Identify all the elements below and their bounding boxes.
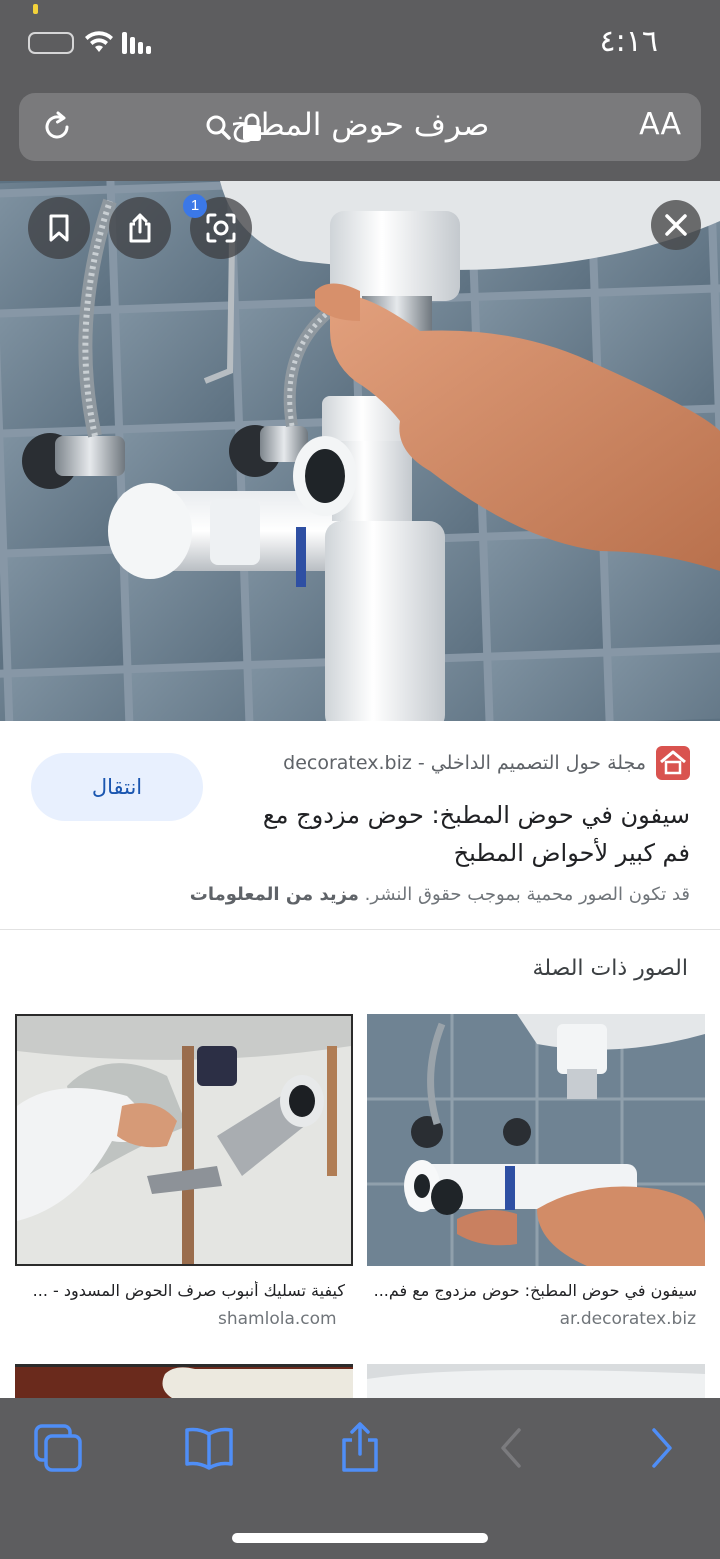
bookmark-icon bbox=[49, 214, 69, 242]
tabs-icon[interactable] bbox=[30, 1420, 86, 1476]
status-bar: ٤:١٦ bbox=[0, 0, 720, 88]
source-row[interactable]: مجلة حول التصميم الداخلي - decoratex.biz bbox=[283, 746, 690, 780]
address-query: صرف حوض المطبخ bbox=[230, 107, 490, 143]
search-icon bbox=[206, 115, 231, 140]
lens-icon bbox=[206, 213, 236, 243]
home-indicator[interactable] bbox=[232, 1533, 488, 1543]
status-time: ٤:١٦ bbox=[599, 24, 658, 59]
site-logo bbox=[656, 746, 690, 780]
visit-button[interactable]: انتقال bbox=[31, 753, 203, 821]
browser-page: ٤:١٦ صرف حوض المطبخ AA 1 مجلة حول التصمي… bbox=[0, 0, 720, 1559]
text-size-button[interactable]: AA bbox=[639, 107, 681, 142]
related-source-2: shamlola.com bbox=[218, 1309, 337, 1329]
more-info-link[interactable]: مزيد من المعلومات bbox=[190, 884, 359, 905]
result-title[interactable]: سيفون في حوض المطبخ: حوض مزدوج مع فم كبي… bbox=[250, 796, 690, 872]
battery-icon bbox=[28, 32, 74, 54]
result-info: مجلة حول التصميم الداخلي - decoratex.biz… bbox=[0, 722, 720, 930]
copyright-text: قد تكون الصور محمية بموجب حقوق النشر. bbox=[364, 884, 690, 905]
signal-icon bbox=[122, 32, 158, 54]
related-source-1: ar.decoratex.biz bbox=[559, 1309, 696, 1329]
lens-badge: 1 bbox=[183, 194, 207, 218]
top-chrome: ٤:١٦ صرف حوض المطبخ AA bbox=[0, 0, 720, 181]
share-toolbar-icon[interactable] bbox=[332, 1420, 388, 1476]
close-icon bbox=[665, 214, 687, 236]
lock-icon bbox=[243, 113, 261, 141]
battery-level bbox=[33, 4, 38, 14]
preview-image bbox=[0, 181, 720, 721]
bookmarks-book-icon[interactable] bbox=[181, 1420, 237, 1476]
related-caption-1[interactable]: سيفون في حوض المطبخ: حوض مزدوج مع فم... bbox=[367, 1281, 697, 1300]
share-image-button[interactable] bbox=[109, 197, 171, 259]
save-image-button[interactable] bbox=[28, 197, 90, 259]
related-thumb-1[interactable] bbox=[367, 1014, 705, 1266]
share-icon bbox=[129, 213, 151, 243]
address-bar[interactable]: صرف حوض المطبخ AA bbox=[19, 93, 701, 161]
related-heading: الصور ذات الصلة bbox=[532, 956, 688, 981]
related-thumb-2[interactable] bbox=[15, 1014, 353, 1266]
wifi-icon bbox=[85, 31, 113, 52]
source-name: مجلة حول التصميم الداخلي - decoratex.biz bbox=[283, 752, 646, 774]
copyright-note: قد تكون الصور محمية بموجب حقوق النشر. مز… bbox=[190, 884, 690, 905]
related-caption-2[interactable]: كيفية تسليك أنبوب صرف الحوض المسدود - ..… bbox=[15, 1281, 345, 1300]
back-icon[interactable] bbox=[483, 1420, 539, 1476]
forward-icon[interactable] bbox=[634, 1420, 690, 1476]
close-preview-button[interactable] bbox=[651, 200, 701, 250]
lock-search-icons bbox=[206, 113, 261, 141]
